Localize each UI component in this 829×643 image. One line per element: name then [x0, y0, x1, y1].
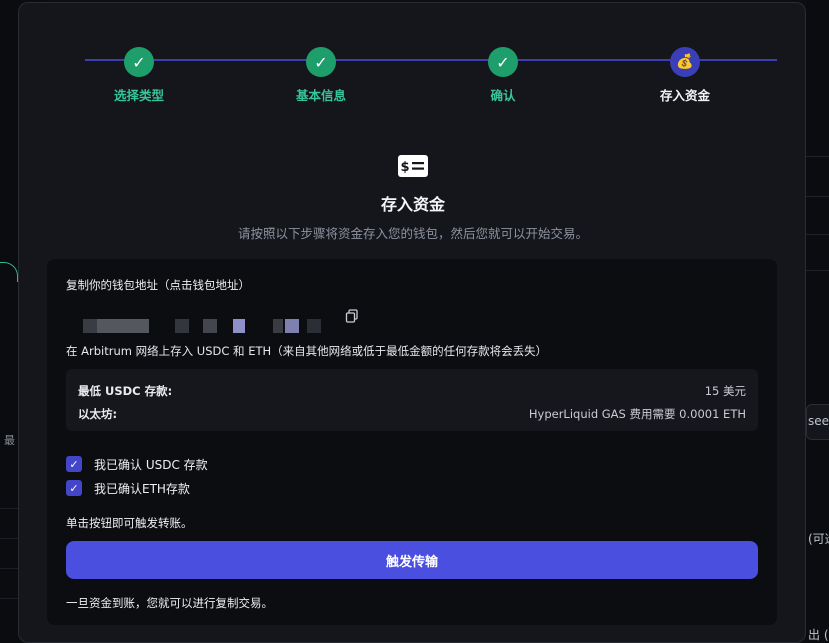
- stepper: ✓ 选择类型 ✓ 基本信息 ✓ 确认 💰 存入资金: [19, 3, 805, 113]
- background-left-text: 最: [4, 434, 15, 447]
- money-bag-icon: 💰: [670, 47, 700, 77]
- copy-address-label: 复制你的钱包地址（点击钱包地址）: [66, 278, 250, 292]
- deposit-modal: ✓ 选择类型 ✓ 基本信息 ✓ 确认 💰 存入资金 $ 存入资金 请按照以下步骤…: [18, 2, 806, 643]
- checkbox-label: 我已确认ETH存款: [94, 481, 190, 496]
- background-divider: [806, 196, 829, 197]
- background-divider: [806, 270, 829, 271]
- background-right-text: seek: [808, 414, 829, 428]
- deposit-panel: 复制你的钱包地址（点击钱包地址） 在 Arbitrum 网络上存入 USDC 和…: [47, 259, 777, 625]
- page-title: 存入资金: [380, 195, 445, 214]
- info-key: 最低 USDC 存款:: [78, 384, 173, 398]
- step-confirm[interactable]: ✓ 确认: [443, 47, 563, 104]
- info-value: HyperLiquid GAS 费用需要 0.0001 ETH: [528, 407, 746, 421]
- step-select-type[interactable]: ✓ 选择类型: [79, 47, 199, 104]
- step-label: 基本信息: [295, 88, 346, 103]
- trigger-transfer-button[interactable]: 触发传输: [66, 541, 758, 579]
- network-warning: 在 Arbitrum 网络上存入 USDC 和 ETH（来自其他网络或低于最低金…: [66, 344, 548, 358]
- info-key: 以太坊:: [78, 407, 118, 421]
- confirm-usdc-checkbox-row[interactable]: ✓ 我已确认 USDC 存款: [66, 455, 208, 473]
- checkbox-label: 我已确认 USDC 存款: [94, 457, 208, 472]
- dollar-card-icon: $: [398, 155, 428, 177]
- check-icon: ✓: [306, 47, 336, 77]
- deposit-requirements: 最低 USDC 存款: 15 美元 以太坊: HyperLiquid GAS 费…: [66, 369, 758, 431]
- wallet-address[interactable]: [83, 313, 363, 333]
- background-right-text: 出 (5: [808, 628, 829, 642]
- check-icon: ✓: [488, 47, 518, 77]
- check-icon: ✓: [124, 47, 154, 77]
- footer-note: 一旦资金到账，您就可以进行复制交易。: [66, 596, 273, 610]
- step-deposit-funds[interactable]: 💰 存入资金: [625, 47, 745, 104]
- info-row-min-usdc: 最低 USDC 存款: 15 美元: [78, 383, 746, 401]
- svg-text:$: $: [400, 160, 409, 175]
- page-subtitle: 请按照以下步骤将资金存入您的钱包，然后您就可以开始交易。: [237, 226, 588, 241]
- info-value: 15 美元: [704, 384, 746, 398]
- confirm-eth-checkbox[interactable]: ✓: [66, 480, 82, 496]
- background-divider: [806, 156, 829, 157]
- step-basic-info[interactable]: ✓ 基本信息: [261, 47, 381, 104]
- copy-icon[interactable]: [345, 309, 359, 323]
- confirm-usdc-checkbox[interactable]: ✓: [66, 456, 82, 472]
- trigger-note: 单击按钮即可触发转账。: [66, 516, 193, 530]
- info-row-eth: 以太坊: HyperLiquid GAS 费用需要 0.0001 ETH: [78, 406, 746, 424]
- step-label: 确认: [490, 88, 516, 103]
- step-label: 选择类型: [113, 88, 164, 103]
- step-label: 存入资金: [659, 88, 710, 103]
- confirm-eth-checkbox-row[interactable]: ✓ 我已确认ETH存款: [66, 479, 190, 497]
- background-right-text: (可选: [808, 532, 829, 546]
- background-divider: [806, 234, 829, 235]
